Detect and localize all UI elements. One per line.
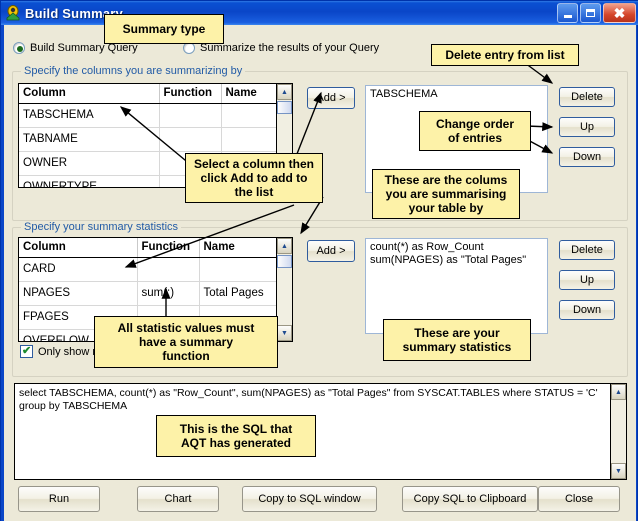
- scroll-up-icon[interactable]: ▲: [277, 84, 292, 100]
- cell-function[interactable]: [159, 127, 222, 152]
- cell-column[interactable]: TABSCHEMA: [19, 103, 160, 128]
- statistics-up-button[interactable]: Up: [559, 270, 615, 290]
- list-item[interactable]: TABSCHEMA: [370, 88, 543, 101]
- chart-button[interactable]: Chart: [137, 486, 219, 512]
- outside-bottom-strip: [0, 521, 638, 527]
- cell-function[interactable]: [159, 103, 222, 128]
- run-button[interactable]: Run: [18, 486, 100, 512]
- cell-column[interactable]: TABNAME: [19, 127, 160, 152]
- statistics-grid-scrollbar[interactable]: ▲ ▼: [276, 238, 292, 341]
- cell-function[interactable]: sum(:): [137, 281, 200, 306]
- build-summary-window: Build Summary ✖ Build Summary Query Summ…: [0, 0, 638, 527]
- column-header-column[interactable]: Column: [19, 84, 160, 104]
- cell-column[interactable]: CARD: [19, 257, 138, 282]
- cell-name[interactable]: [199, 257, 277, 282]
- sql-textarea[interactable]: select TABSCHEMA, count(*) as "Row_Count…: [14, 383, 627, 480]
- column-header-function[interactable]: Function: [159, 84, 222, 104]
- window-controls: ✖: [557, 3, 636, 23]
- cell-name[interactable]: [221, 103, 277, 128]
- close-icon[interactable]: ✖: [603, 3, 636, 23]
- app-icon: [5, 5, 21, 21]
- statistics-down-button[interactable]: Down: [559, 300, 615, 320]
- column-header-name[interactable]: Name: [199, 238, 277, 258]
- minimize-icon[interactable]: [557, 3, 578, 23]
- only-show-checkbox[interactable]: Only show n: [20, 344, 99, 358]
- column-header-function[interactable]: Function: [137, 238, 200, 258]
- statistics-legend: Specify your summary statistics: [21, 221, 182, 233]
- statistics-delete-button[interactable]: Delete: [559, 240, 615, 260]
- cell-column[interactable]: NPAGES: [19, 281, 138, 306]
- checkbox-check-icon: [20, 344, 33, 358]
- table-row[interactable]: TABNAME: [19, 127, 292, 152]
- scroll-thumb[interactable]: [277, 101, 292, 114]
- sql-scrollbar[interactable]: ▲ ▼: [610, 384, 626, 479]
- cell-column[interactable]: OWNERTYPE: [19, 175, 160, 187]
- list-item[interactable]: sum(NPAGES) as "Total Pages": [370, 254, 543, 267]
- scroll-up-icon[interactable]: ▲: [611, 384, 626, 400]
- close-button[interactable]: Close: [538, 486, 620, 512]
- table-header-row: Column Function Name: [19, 238, 292, 258]
- only-show-label: Only show n: [38, 345, 99, 358]
- callout-generated-sql: This is the SQL that AQT has generated: [156, 415, 316, 457]
- scroll-thumb[interactable]: [277, 255, 292, 268]
- maximize-icon[interactable]: [580, 3, 601, 23]
- cell-name[interactable]: [221, 127, 277, 152]
- list-item[interactable]: count(*) as Row_Count: [370, 241, 543, 254]
- column-header-column[interactable]: Column: [19, 238, 138, 258]
- column-header-name[interactable]: Name: [221, 84, 277, 104]
- cell-column[interactable]: OWNER: [19, 151, 160, 176]
- sql-text[interactable]: select TABSCHEMA, count(*) as "Row_Count…: [19, 387, 608, 413]
- group-by-up-button[interactable]: Up: [559, 117, 615, 137]
- copy-to-sql-window-button[interactable]: Copy to SQL window: [242, 486, 377, 512]
- radio-label: Summarize the results of your Query: [200, 42, 380, 54]
- table-row[interactable]: TABSCHEMA: [19, 103, 292, 128]
- table-header-row: Column Function Name: [19, 84, 292, 104]
- callout-these-columns: These are the colums you are summarising…: [372, 169, 520, 219]
- scroll-down-icon[interactable]: ▼: [277, 325, 292, 341]
- scroll-up-icon[interactable]: ▲: [277, 238, 292, 254]
- callout-summary-type: Summary type: [104, 14, 224, 44]
- table-row[interactable]: CARD: [19, 257, 292, 282]
- cell-name[interactable]: Total Pages: [199, 281, 277, 306]
- table-row[interactable]: NPAGES sum(:) Total Pages: [19, 281, 292, 306]
- callout-summary-stats: These are your summary statistics: [383, 319, 531, 361]
- statistics-add-button[interactable]: Add >: [307, 240, 355, 262]
- callout-statistic-values: All statistic values must have a summary…: [94, 316, 278, 368]
- callout-delete-entry: Delete entry from list: [431, 44, 579, 66]
- client-area: Build Summary Query Summarize the result…: [4, 25, 636, 525]
- copy-sql-to-clipboard-button[interactable]: Copy SQL to Clipboard: [402, 486, 538, 512]
- group-by-add-button[interactable]: Add >: [307, 87, 355, 109]
- callout-change-order: Change order of entries: [419, 111, 531, 151]
- title-bar: Build Summary ✖: [1, 1, 638, 25]
- scroll-down-icon[interactable]: ▼: [611, 463, 626, 479]
- callout-select-column: Select a column then click Add to add to…: [185, 153, 323, 203]
- group-by-down-button[interactable]: Down: [559, 147, 615, 167]
- group-by-delete-button[interactable]: Delete: [559, 87, 615, 107]
- radio-dot-icon: [13, 42, 25, 54]
- cell-function[interactable]: [137, 257, 200, 282]
- group-by-legend: Specify the columns you are summarizing …: [21, 65, 246, 77]
